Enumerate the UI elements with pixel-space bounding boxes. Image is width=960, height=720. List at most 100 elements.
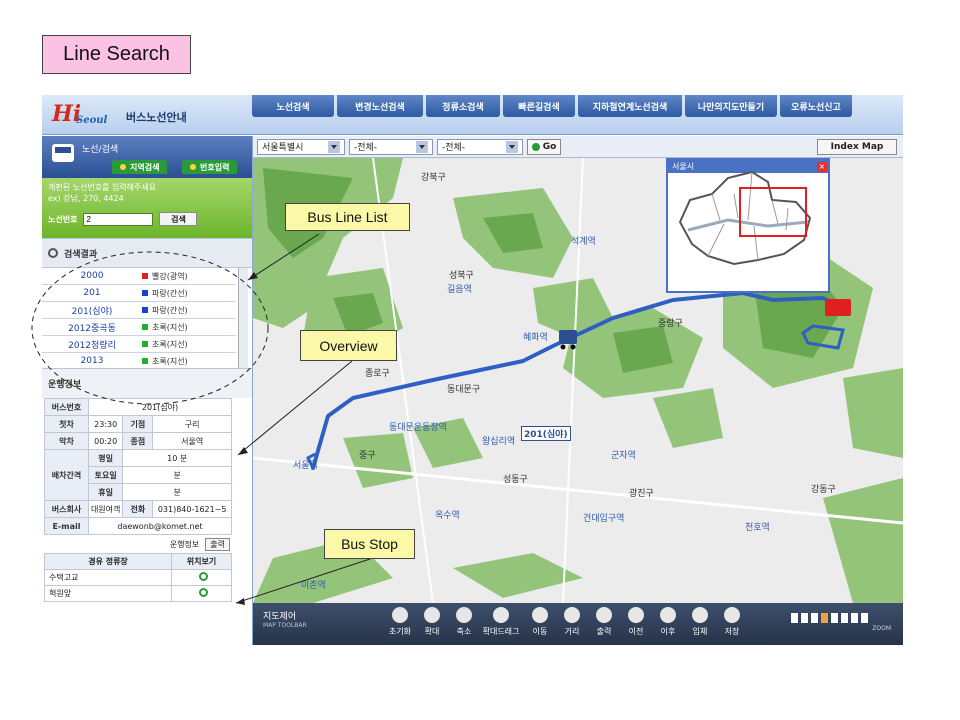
list-item[interactable]: 201(심야) 파랑(간선) [42,302,236,319]
seoul-overview-map[interactable] [668,160,828,276]
results-title: 검색결과 [64,249,98,260]
place-label: 건대입구역 [583,514,625,524]
place-label: 중구 [359,451,376,461]
distance-button[interactable]: 거리 [557,607,587,643]
results-scrollbar[interactable] [238,268,248,368]
phone-value: 031)840-1621~5 [152,500,232,518]
callout-overview: Overview [300,330,397,361]
3d-button[interactable]: 입체 [685,607,715,643]
print-button[interactable]: 출력 [205,537,230,551]
bus-number-label: 버스번호 [44,398,89,416]
nav-route-search[interactable]: 노선검색 [252,95,334,117]
phone-label: 전화 [122,500,154,518]
zoom-level-control[interactable]: ZOOM [791,613,891,635]
map-control-label: 지도제어 [263,612,297,622]
route-type: 초록(지선) [152,322,188,332]
place-label: 옥수역 [435,511,460,521]
city-select[interactable]: 서울특별시 [257,138,345,155]
zoom-step[interactable] [831,613,838,623]
left-panel: 노선/검색 지역검색 번호입력 개편된 노선번호를 입력해주세요 ex) 강남,… [42,136,253,645]
next-button[interactable]: 이후 [653,607,683,643]
district-select[interactable]: -전체- [349,138,433,155]
logo-seoul-text: Seoul [76,115,108,126]
district-select-value: -전체- [354,143,378,153]
save-button[interactable]: 저장 [717,607,747,643]
previous-button[interactable]: 이전 [621,607,651,643]
route-number: 2013 [80,356,104,366]
list-item[interactable]: 2000 빨강(광역) [42,268,236,285]
city-select-value: 서울특별시 [262,143,304,153]
search-button[interactable]: 검색 [159,212,198,226]
company-value: 대원여객 [87,500,124,518]
route-number-input[interactable] [83,212,154,226]
zoom-step[interactable] [791,613,798,623]
place-label: 강북구 [421,173,446,183]
route-map[interactable]: 강북구 석계역 성북구 길음역 중랑구 혜화역 종로구 동대문구 동대문운동장역… [253,158,903,645]
arrow-left-icon [628,607,644,623]
pan-label: 이동 [532,627,548,636]
hi-seoul-logo[interactable]: Hi Seoul [52,101,120,131]
print-row: 운행정보 출력 [42,535,252,553]
view-location-icon[interactable] [199,588,208,597]
zoom-label: ZOOM [872,625,891,632]
drag-zoom-icon [493,607,509,623]
minus-icon [456,607,472,623]
pan-button[interactable]: 이동 [525,607,555,643]
route-number: 2012청량리 [68,340,116,351]
chevron-down-icon [328,140,340,153]
table-row[interactable]: 혁원앞 [44,585,232,602]
list-item[interactable]: 201 파랑(간선) [42,285,236,302]
view-location-icon[interactable] [199,572,208,581]
nav-fast-route-search[interactable]: 빠른길검색 [503,95,575,117]
zoom-out-button[interactable]: 축소 [449,607,479,643]
saturday-value: 분 [122,466,232,484]
nav-changed-route-search[interactable]: 변경노선검색 [337,95,423,117]
holiday-value: 분 [122,483,232,501]
reset-button[interactable]: 초기화 [385,607,415,643]
go-button[interactable]: Go [527,138,561,155]
place-label: 군자역 [611,451,636,461]
nav-route-error-report[interactable]: 오류노선신고 [780,95,852,117]
route-color-swatch [142,307,148,313]
print-map-label: 출력 [596,627,612,636]
index-map-button[interactable]: Index Map [817,139,897,155]
zoom-step[interactable] [811,613,818,623]
route-type: 초록(지선) [152,339,188,349]
operation-info-label: 운행정보 [169,539,200,549]
route-number-form: 개편된 노선번호를 입력해주세요 ex) 강남, 270, 4424 노선번호 … [42,178,252,238]
dong-select[interactable]: -전체- [437,138,523,155]
save-label: 저장 [724,627,740,636]
zoom-level-bars [791,613,891,623]
zoom-step-active[interactable] [821,613,828,623]
table-row[interactable]: 수택고교 [44,569,232,586]
list-item[interactable]: 2012중곡동 초록(지선) [42,319,236,336]
tab-area-search[interactable]: 지역검색 [112,160,168,174]
slide-title: Line Search [42,35,191,74]
list-item[interactable]: 2012청량리 초록(지선) [42,336,236,353]
zoom-step[interactable] [801,613,808,623]
nav-my-map[interactable]: 나만의지도만들기 [685,95,777,117]
zoom-step[interactable] [851,613,858,623]
hint-text: 개편된 노선번호를 입력해주세요 [48,183,157,192]
operation-title: 운행정보 [48,380,82,390]
zoom-in-button[interactable]: 확대 [417,607,447,643]
place-label: 강동구 [811,485,836,495]
route-type: 초록(지선) [152,356,188,366]
drag-zoom-button[interactable]: 확대드래그 [481,607,521,643]
email-value: daewonb@komet.net [88,517,232,535]
first-bus-label: 첫차 [44,415,89,433]
zoom-step[interactable] [861,613,868,623]
bus-position-label[interactable]: 201(심야) [521,426,571,441]
chevron-down-icon [416,140,428,153]
print-map-button[interactable]: 출력 [589,607,619,643]
holiday-label: 휴일 [87,483,124,501]
route-color-swatch [142,341,148,347]
nav-stop-search[interactable]: 정류소검색 [426,95,500,117]
tab-number-input[interactable]: 번호입력 [182,160,238,174]
stop-column-header: 경유 정류장 [44,553,172,570]
zoom-step[interactable] [841,613,848,623]
nav-subway-link-search[interactable]: 지하철연계노선검색 [578,95,682,117]
place-label: 서울역 [293,461,318,471]
route-number: 2000 [80,271,104,281]
list-item[interactable]: 2013 초록(지선) [42,353,236,368]
